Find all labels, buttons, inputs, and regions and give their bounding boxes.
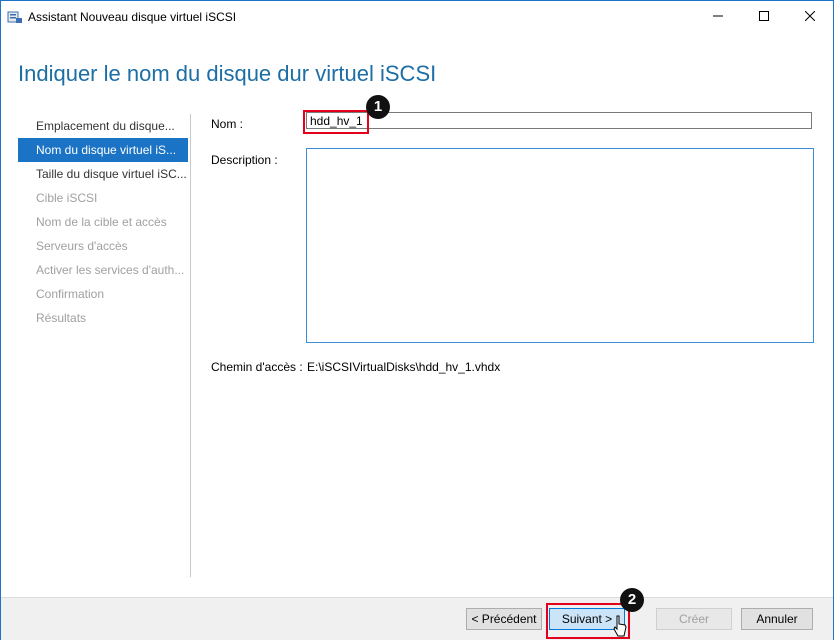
- name-label: Nom :: [211, 117, 244, 131]
- nav-item-resultats: Résultats: [36, 311, 87, 325]
- minimize-button[interactable]: [695, 1, 741, 33]
- maximize-button[interactable]: [741, 1, 787, 33]
- wizard-steps-nav: Emplacement du disque... Nom du disque v…: [18, 114, 188, 330]
- title-bar[interactable]: Assistant Nouveau disque virtuel iSCSI: [1, 1, 833, 33]
- server-manager-icon: [7, 10, 23, 24]
- description-label: Description :: [211, 153, 278, 167]
- nav-item-taille-disque[interactable]: Taille du disque virtuel iSC...: [18, 162, 188, 186]
- nav-item-cible-iscsi: Cible iSCSI: [36, 191, 98, 205]
- previous-button[interactable]: < Précédent: [466, 608, 542, 630]
- cancel-button[interactable]: Annuler: [741, 608, 813, 630]
- maximize-icon: [759, 10, 769, 24]
- nav-item-confirmation: Confirmation: [36, 287, 105, 301]
- window-title: Assistant Nouveau disque virtuel iSCSI: [28, 10, 237, 24]
- close-icon: [804, 10, 816, 24]
- nav-item-serveurs-acces: Serveurs d'accès: [36, 239, 128, 253]
- nav-item-nom-cible: Nom de la cible et accès: [36, 215, 167, 229]
- description-textarea[interactable]: [306, 148, 814, 343]
- close-button[interactable]: [787, 1, 833, 33]
- path-label: Chemin d'accès :: [211, 360, 303, 374]
- page-title: Indiquer le nom du disque dur virtuel iS…: [18, 61, 437, 86]
- annotation-highlight-name: [303, 110, 369, 134]
- nav-item-services-auth: Activer les services d'auth...: [36, 263, 185, 277]
- wizard-window: Assistant Nouveau disque virtuel iSCSI I…: [0, 0, 834, 640]
- create-button: Créer: [656, 608, 732, 630]
- step-1-badge: 1: [366, 95, 390, 119]
- nav-divider: [190, 114, 191, 577]
- nav-item-emplacement[interactable]: Emplacement du disque...: [18, 114, 188, 138]
- minimize-icon: [713, 10, 723, 24]
- nav-item-nom-disque[interactable]: Nom du disque virtuel iS...: [18, 138, 188, 162]
- mouse-pointer-icon: [612, 615, 628, 639]
- step-2-badge: 2: [620, 588, 644, 612]
- path-value: E:\iSCSIVirtualDisks\hdd_hv_1.vhdx: [307, 360, 501, 374]
